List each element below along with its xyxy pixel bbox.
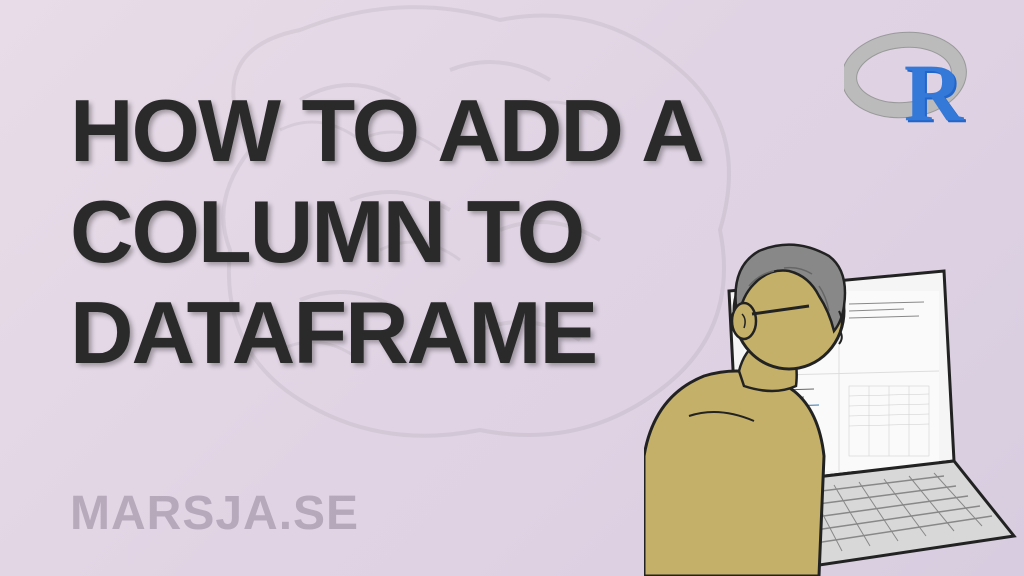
title-line-2: COLUMN TO (70, 181, 703, 282)
title-line-3: DATAFRAME (70, 282, 703, 383)
svg-text:R: R (904, 47, 964, 130)
title-line-1: HOW TO ADD A (70, 80, 703, 181)
main-title: HOW TO ADD A COLUMN TO DATAFRAME (70, 80, 703, 384)
person-with-laptop-illustration (644, 216, 1024, 576)
website-watermark: MARSJA.SE (70, 486, 359, 541)
r-logo: R R (844, 30, 974, 130)
